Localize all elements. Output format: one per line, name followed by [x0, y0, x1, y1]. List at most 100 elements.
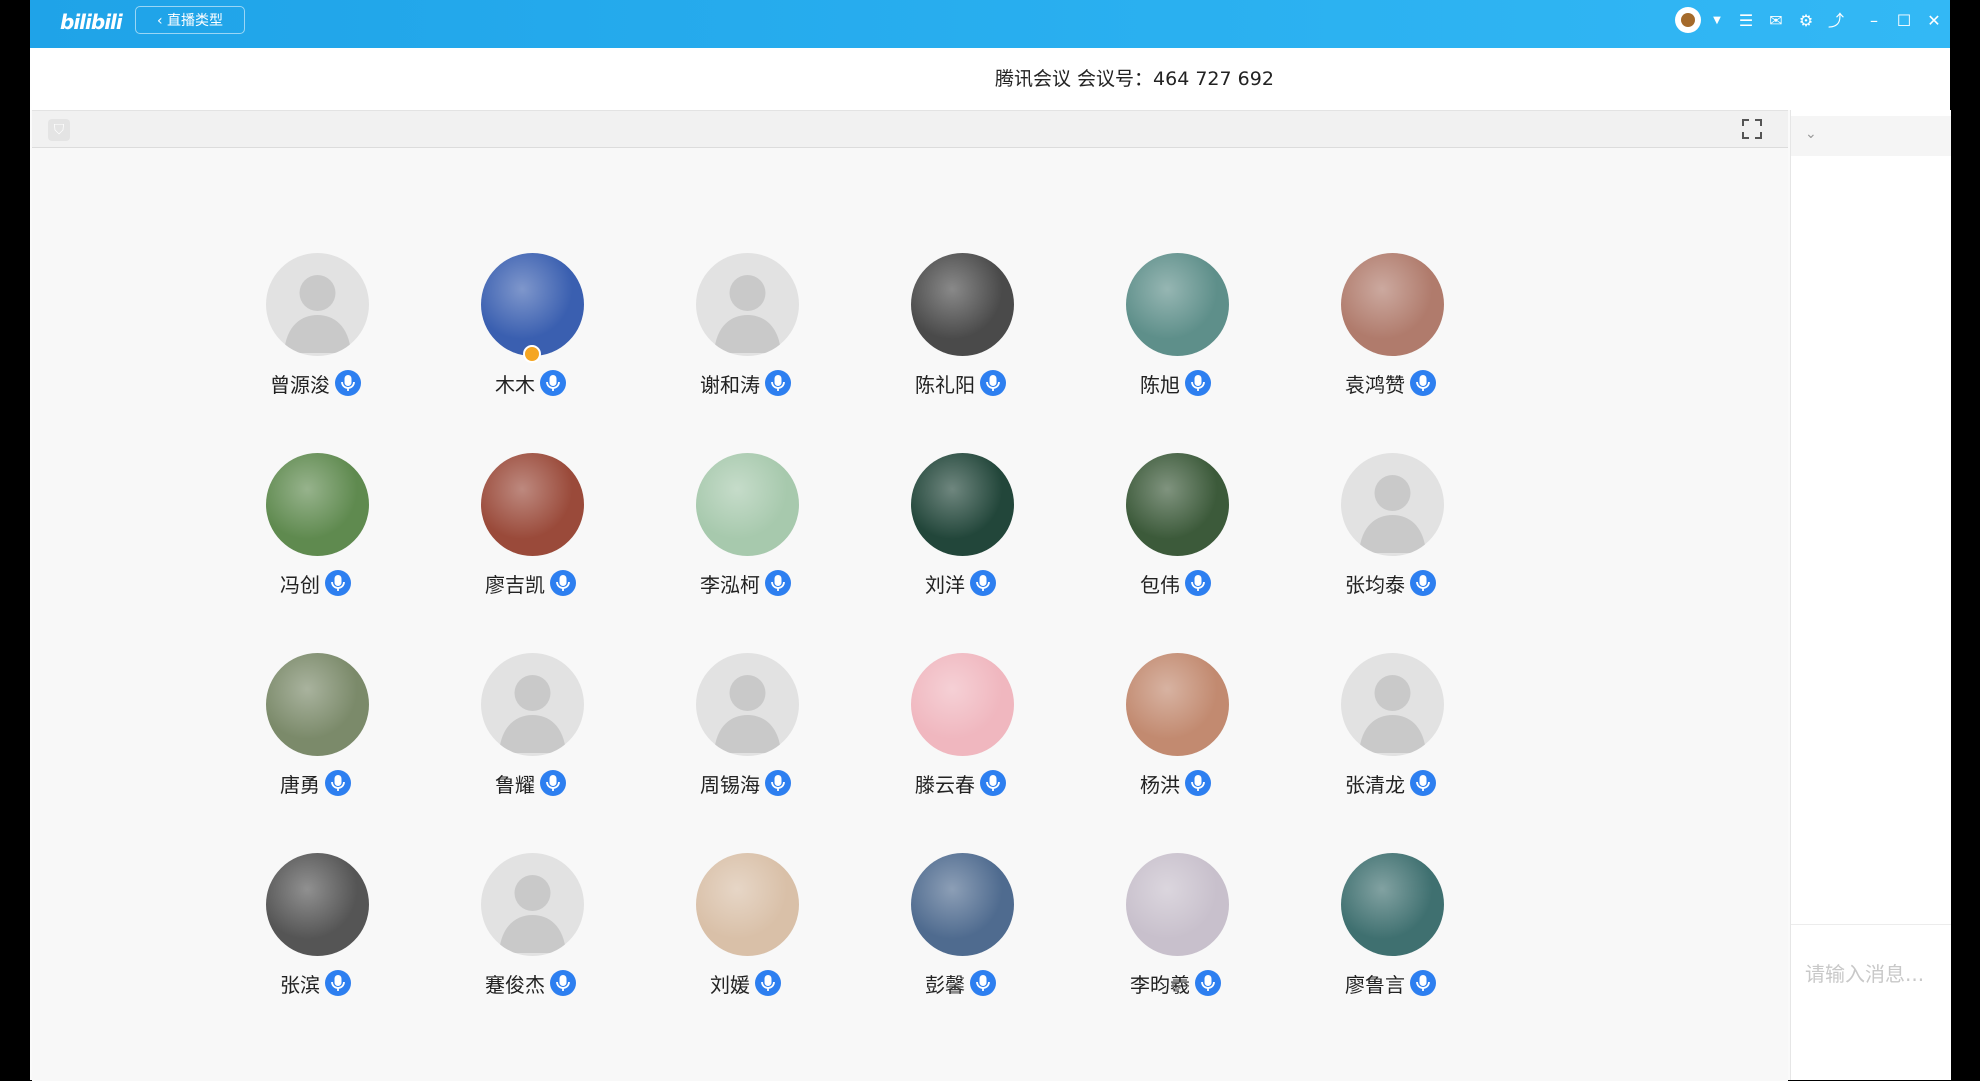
- microphone-icon[interactable]: [764, 369, 792, 397]
- microphone-icon[interactable]: [764, 569, 792, 597]
- microphone-icon[interactable]: [1409, 969, 1437, 997]
- participant-tile[interactable]: 曾源浚: [216, 253, 416, 413]
- avatar: [1126, 653, 1229, 756]
- participant-name: 彭馨: [925, 972, 965, 997]
- share-icon[interactable]: ⤴: [1825, 10, 1847, 32]
- avatar: [911, 253, 1014, 356]
- microphone-icon[interactable]: [324, 769, 352, 797]
- microphone-icon[interactable]: [1409, 569, 1437, 597]
- user-avatar[interactable]: [1675, 7, 1701, 33]
- microphone-icon[interactable]: [1184, 369, 1212, 397]
- microphone-icon[interactable]: [334, 369, 362, 397]
- app-window: bilibili ‹ 直播类型 ▼ ☰ ✉ ⚙ ⤴ – ☐ ✕ 腾讯会议 会议号…: [30, 0, 1951, 1081]
- participant-name: 张清龙: [1345, 772, 1405, 797]
- menu-icon[interactable]: ☰: [1735, 10, 1757, 32]
- microphone-icon[interactable]: [549, 969, 577, 997]
- chat-divider: [1791, 924, 1951, 925]
- microphone-icon[interactable]: [754, 969, 782, 997]
- chat-collapse-toggle[interactable]: ⌄: [1791, 116, 1951, 156]
- participant-tile[interactable]: 唐勇: [216, 653, 416, 813]
- participant-name-row: 杨洪: [1076, 768, 1276, 798]
- participant-tile[interactable]: 李泓柯: [646, 453, 846, 613]
- participant-name-row: 蹇俊杰: [431, 968, 631, 998]
- meeting-title: 腾讯会议 会议号：464 727 692: [995, 68, 1274, 90]
- participant-tile[interactable]: 李昀羲: [1076, 853, 1276, 1013]
- chat-message-input[interactable]: 请输入消息...: [1805, 958, 1924, 987]
- close-icon[interactable]: ✕: [1923, 10, 1945, 32]
- participant-name: 木木: [495, 372, 535, 397]
- participant-tile[interactable]: 谢和涛: [646, 253, 846, 413]
- microphone-icon[interactable]: [1184, 769, 1212, 797]
- participant-name-row: 滕云春: [861, 768, 1061, 798]
- participant-grid: 曾源浚 木木 谢和涛 陈礼阳 陈旭 袁鸿赞冯创 廖吉凯 李泓柯 刘洋 包伟 张均泰唐勇 鲁耀 周锡海 滕云…: [32, 111, 1788, 1081]
- chevron-down-icon[interactable]: ▼: [1706, 10, 1728, 32]
- participant-tile[interactable]: 杨洪: [1076, 653, 1276, 813]
- participant-name: 廖吉凯: [485, 572, 545, 597]
- avatar: [1341, 853, 1444, 956]
- participant-name: 周锡海: [700, 772, 760, 797]
- avatar: [266, 453, 369, 556]
- microphone-icon[interactable]: [979, 369, 1007, 397]
- participant-name-row: 彭馨: [861, 968, 1061, 998]
- microphone-icon[interactable]: [324, 569, 352, 597]
- microphone-icon[interactable]: [539, 769, 567, 797]
- avatar: [1126, 853, 1229, 956]
- participant-tile[interactable]: 陈旭: [1076, 253, 1276, 413]
- avatar: [1126, 453, 1229, 556]
- avatar: [481, 253, 584, 356]
- avatar: [266, 653, 369, 756]
- participant-tile[interactable]: 张清龙: [1291, 653, 1491, 813]
- participant-name-row: 冯创: [216, 568, 416, 598]
- microphone-icon[interactable]: [969, 569, 997, 597]
- microphone-icon[interactable]: [1194, 969, 1222, 997]
- participant-tile[interactable]: 廖鲁言: [1291, 853, 1491, 1013]
- avatar: [696, 453, 799, 556]
- avatar: [481, 653, 584, 756]
- microphone-icon[interactable]: [1409, 769, 1437, 797]
- microphone-icon[interactable]: [969, 969, 997, 997]
- back-to-live-type-button[interactable]: ‹ 直播类型: [135, 6, 245, 34]
- microphone-icon[interactable]: [979, 769, 1007, 797]
- participant-tile[interactable]: 彭馨: [861, 853, 1061, 1013]
- participant-tile[interactable]: 蹇俊杰: [431, 853, 631, 1013]
- avatar: [266, 853, 369, 956]
- participant-name-row: 唐勇: [216, 768, 416, 798]
- microphone-icon[interactable]: [1409, 369, 1437, 397]
- participant-tile[interactable]: 周锡海: [646, 653, 846, 813]
- participant-name: 唐勇: [280, 772, 320, 797]
- participant-tile[interactable]: 陈礼阳: [861, 253, 1061, 413]
- participant-name-row: 张滨: [216, 968, 416, 998]
- maximize-icon[interactable]: ☐: [1893, 10, 1915, 32]
- participant-tile[interactable]: 鲁耀: [431, 653, 631, 813]
- participant-tile[interactable]: 张均泰: [1291, 453, 1491, 613]
- microphone-icon[interactable]: [549, 569, 577, 597]
- avatar: [696, 653, 799, 756]
- participant-tile[interactable]: 冯创: [216, 453, 416, 613]
- microphone-icon[interactable]: [1184, 569, 1212, 597]
- participant-tile[interactable]: 廖吉凯: [431, 453, 631, 613]
- microphone-icon[interactable]: [764, 769, 792, 797]
- title-bar: bilibili ‹ 直播类型 ▼ ☰ ✉ ⚙ ⤴ – ☐ ✕: [30, 0, 1950, 48]
- participant-name-row: 曾源浚: [216, 368, 416, 398]
- microphone-icon[interactable]: [539, 369, 567, 397]
- participant-name: 张滨: [280, 972, 320, 997]
- participant-tile[interactable]: 刘洋: [861, 453, 1061, 613]
- participant-tile[interactable]: 滕云春: [861, 653, 1061, 813]
- participant-name-row: 陈旭: [1076, 368, 1276, 398]
- participant-tile[interactable]: 木木: [431, 253, 631, 413]
- participant-name: 谢和涛: [700, 372, 760, 397]
- minimize-icon[interactable]: –: [1863, 10, 1885, 32]
- participant-name: 刘媛: [710, 972, 750, 997]
- bilibili-logo: bilibili: [60, 10, 123, 34]
- microphone-icon[interactable]: [324, 969, 352, 997]
- participant-tile[interactable]: 袁鸿赞: [1291, 253, 1491, 413]
- avatar: [911, 453, 1014, 556]
- participant-tile[interactable]: 包伟: [1076, 453, 1276, 613]
- participant-tile[interactable]: 张滨: [216, 853, 416, 1013]
- participant-name: 陈礼阳: [915, 372, 975, 397]
- participant-name: 滕云春: [915, 772, 975, 797]
- participant-tile[interactable]: 刘媛: [646, 853, 846, 1013]
- participant-name: 包伟: [1140, 572, 1180, 597]
- mail-icon[interactable]: ✉: [1765, 10, 1787, 32]
- settings-icon[interactable]: ⚙: [1795, 10, 1817, 32]
